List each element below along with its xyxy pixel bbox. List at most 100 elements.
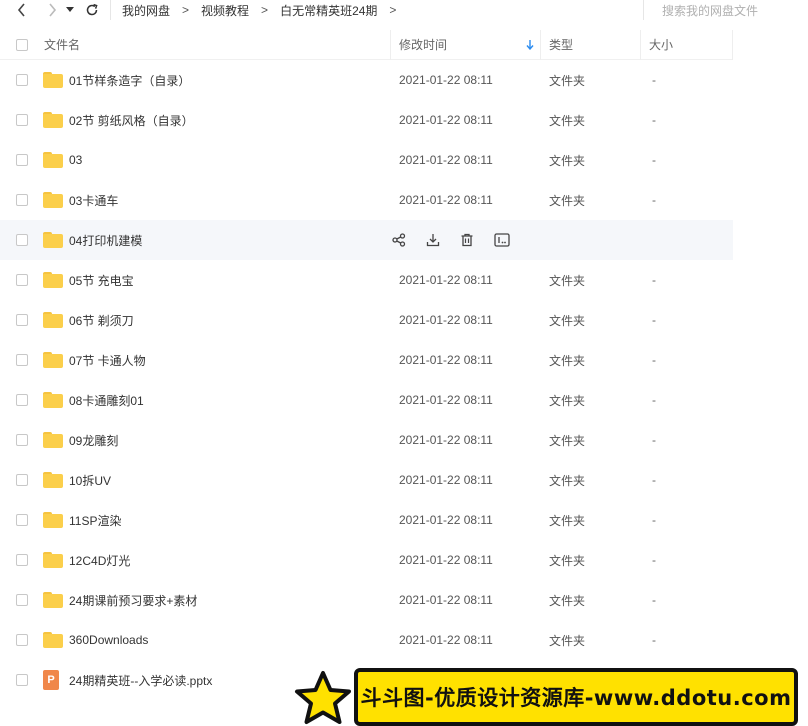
file-icon-cell xyxy=(43,632,69,648)
column-header-size[interactable]: 大小 xyxy=(641,29,733,60)
folder-icon xyxy=(43,312,63,328)
row-checkbox[interactable] xyxy=(15,314,28,326)
download-button[interactable] xyxy=(426,230,460,250)
row-checkbox-cell xyxy=(0,674,43,686)
history-dropdown-button[interactable] xyxy=(64,0,76,20)
row-checkbox[interactable] xyxy=(15,194,28,206)
breadcrumb-item[interactable]: 我的网盘 xyxy=(119,2,173,19)
file-name[interactable]: 11SP渲染 xyxy=(69,512,391,529)
file-name[interactable]: 06节 剃须刀 xyxy=(69,312,391,329)
row-checkbox[interactable] xyxy=(15,634,28,646)
file-size: - xyxy=(652,393,656,407)
row-checkbox-cell xyxy=(0,274,43,286)
share-button[interactable] xyxy=(392,230,426,250)
file-row[interactable]: 08卡通雕刻01 2021-01-22 08:11 文件夹 - xyxy=(0,380,733,420)
row-checkbox[interactable] xyxy=(15,114,28,126)
row-checkbox[interactable] xyxy=(15,594,28,606)
column-header-name[interactable]: 文件名 xyxy=(43,29,391,60)
file-icon-cell xyxy=(43,552,69,568)
delete-button[interactable] xyxy=(460,230,494,250)
select-all-checkbox[interactable] xyxy=(15,38,28,51)
file-icon-cell xyxy=(43,512,69,528)
file-icon-cell xyxy=(43,592,69,608)
file-modified-time: 2021-01-22 08:11 xyxy=(399,313,493,327)
file-size: - xyxy=(652,193,656,207)
search-input[interactable]: 搜索我的网盘文件 xyxy=(662,2,758,19)
file-row[interactable]: 360Downloads 2021-01-22 08:11 文件夹 - xyxy=(0,620,733,660)
column-header-modified[interactable]: 修改时间 xyxy=(391,29,541,60)
file-name[interactable]: 24期课前预习要求+素材 xyxy=(69,592,391,609)
row-checkbox-cell xyxy=(0,594,43,606)
file-name[interactable]: 09龙雕刻 xyxy=(69,432,391,449)
file-row[interactable]: 06节 剃须刀 2021-01-22 08:11 文件夹 - xyxy=(0,300,733,340)
file-row[interactable]: 11SP渲染 2021-01-22 08:11 文件夹 - xyxy=(0,500,733,540)
row-checkbox[interactable] xyxy=(15,74,28,86)
file-size: - xyxy=(652,433,656,447)
row-checkbox[interactable] xyxy=(15,674,28,686)
chevron-right-icon xyxy=(49,3,57,17)
file-name[interactable]: 03 xyxy=(69,153,391,167)
breadcrumb-separator: > xyxy=(261,3,269,17)
sort-descending-icon xyxy=(526,39,534,50)
row-checkbox[interactable] xyxy=(15,274,28,286)
forward-button[interactable] xyxy=(40,0,64,20)
row-checkbox[interactable] xyxy=(15,154,28,166)
file-name[interactable]: 05节 充电宝 xyxy=(69,272,391,289)
file-row[interactable]: 05节 充电宝 2021-01-22 08:11 文件夹 - xyxy=(0,260,733,300)
file-type: 文件夹 xyxy=(549,433,586,448)
file-name[interactable]: 04打印机建模 xyxy=(69,232,391,249)
back-button[interactable] xyxy=(10,0,34,20)
file-row[interactable]: 12C4D灯光 2021-01-22 08:11 文件夹 - xyxy=(0,540,733,580)
file-row[interactable]: 07节 卡通人物 2021-01-22 08:11 文件夹 - xyxy=(0,340,733,380)
file-name[interactable]: 12C4D灯光 xyxy=(69,552,391,569)
file-size: - xyxy=(652,313,656,327)
row-checkbox-cell xyxy=(0,114,43,126)
row-checkbox[interactable] xyxy=(15,554,28,566)
column-header-type[interactable]: 类型 xyxy=(541,29,641,60)
file-type: 文件夹 xyxy=(549,473,586,488)
file-name[interactable]: 02节 剪纸风格（自录） xyxy=(69,112,391,129)
row-checkbox[interactable] xyxy=(15,514,28,526)
row-checkbox[interactable] xyxy=(15,394,28,406)
row-checkbox[interactable] xyxy=(15,434,28,446)
folder-icon xyxy=(43,592,63,608)
file-row[interactable]: 02节 剪纸风格（自录） 2021-01-22 08:11 文件夹 - xyxy=(0,100,733,140)
file-row[interactable]: 01节样条造字（自录） 2021-01-22 08:11 文件夹 - xyxy=(0,60,733,100)
file-row[interactable]: 24期课前预习要求+素材 2021-01-22 08:11 文件夹 - xyxy=(0,580,733,620)
watermark-banner: 斗斗图-优质设计资源库-www.ddotu.com xyxy=(292,668,808,726)
file-row[interactable]: 10拆UV 2021-01-22 08:11 文件夹 - xyxy=(0,460,733,500)
row-checkbox[interactable] xyxy=(15,354,28,366)
file-name[interactable]: 10拆UV xyxy=(69,472,391,489)
file-name[interactable]: 03卡通车 xyxy=(69,192,391,209)
folder-icon xyxy=(43,272,63,288)
file-icon-cell xyxy=(43,72,69,88)
file-row[interactable]: 03卡通车 2021-01-22 08:11 文件夹 - xyxy=(0,180,733,220)
folder-icon xyxy=(43,72,63,88)
file-size: - xyxy=(652,593,656,607)
more-button[interactable] xyxy=(494,230,528,250)
row-checkbox[interactable] xyxy=(15,474,28,486)
watermark-box: 斗斗图-优质设计资源库-www.ddotu.com xyxy=(354,668,798,726)
file-row[interactable]: 03 2021-01-22 08:11 文件夹 - xyxy=(0,140,733,180)
file-size: - xyxy=(652,633,656,647)
file-type: 文件夹 xyxy=(549,593,586,608)
file-name[interactable]: 01节样条造字（自录） xyxy=(69,72,391,89)
chevron-left-icon xyxy=(17,3,25,17)
file-type: 文件夹 xyxy=(549,353,586,368)
file-name[interactable]: 08卡通雕刻01 xyxy=(69,392,391,409)
file-row[interactable]: 04打印机建模 xyxy=(0,220,733,260)
caret-down-icon xyxy=(66,7,74,12)
folder-icon xyxy=(43,192,63,208)
row-checkbox-cell xyxy=(0,154,43,166)
breadcrumb-item-current[interactable]: 白无常精英班24期 xyxy=(277,2,380,19)
row-checkbox-cell xyxy=(0,634,43,646)
breadcrumb-item[interactable]: 视频教程 xyxy=(198,2,252,19)
file-icon-cell: P xyxy=(43,670,69,690)
file-name[interactable]: 07节 卡通人物 xyxy=(69,352,391,369)
file-name[interactable]: 360Downloads xyxy=(69,633,391,647)
row-checkbox[interactable] xyxy=(15,234,28,246)
file-modified-time: 2021-01-22 08:11 xyxy=(399,353,493,367)
refresh-button[interactable] xyxy=(80,0,104,20)
breadcrumb-separator: > xyxy=(182,3,190,17)
file-row[interactable]: 09龙雕刻 2021-01-22 08:11 文件夹 - xyxy=(0,420,733,460)
